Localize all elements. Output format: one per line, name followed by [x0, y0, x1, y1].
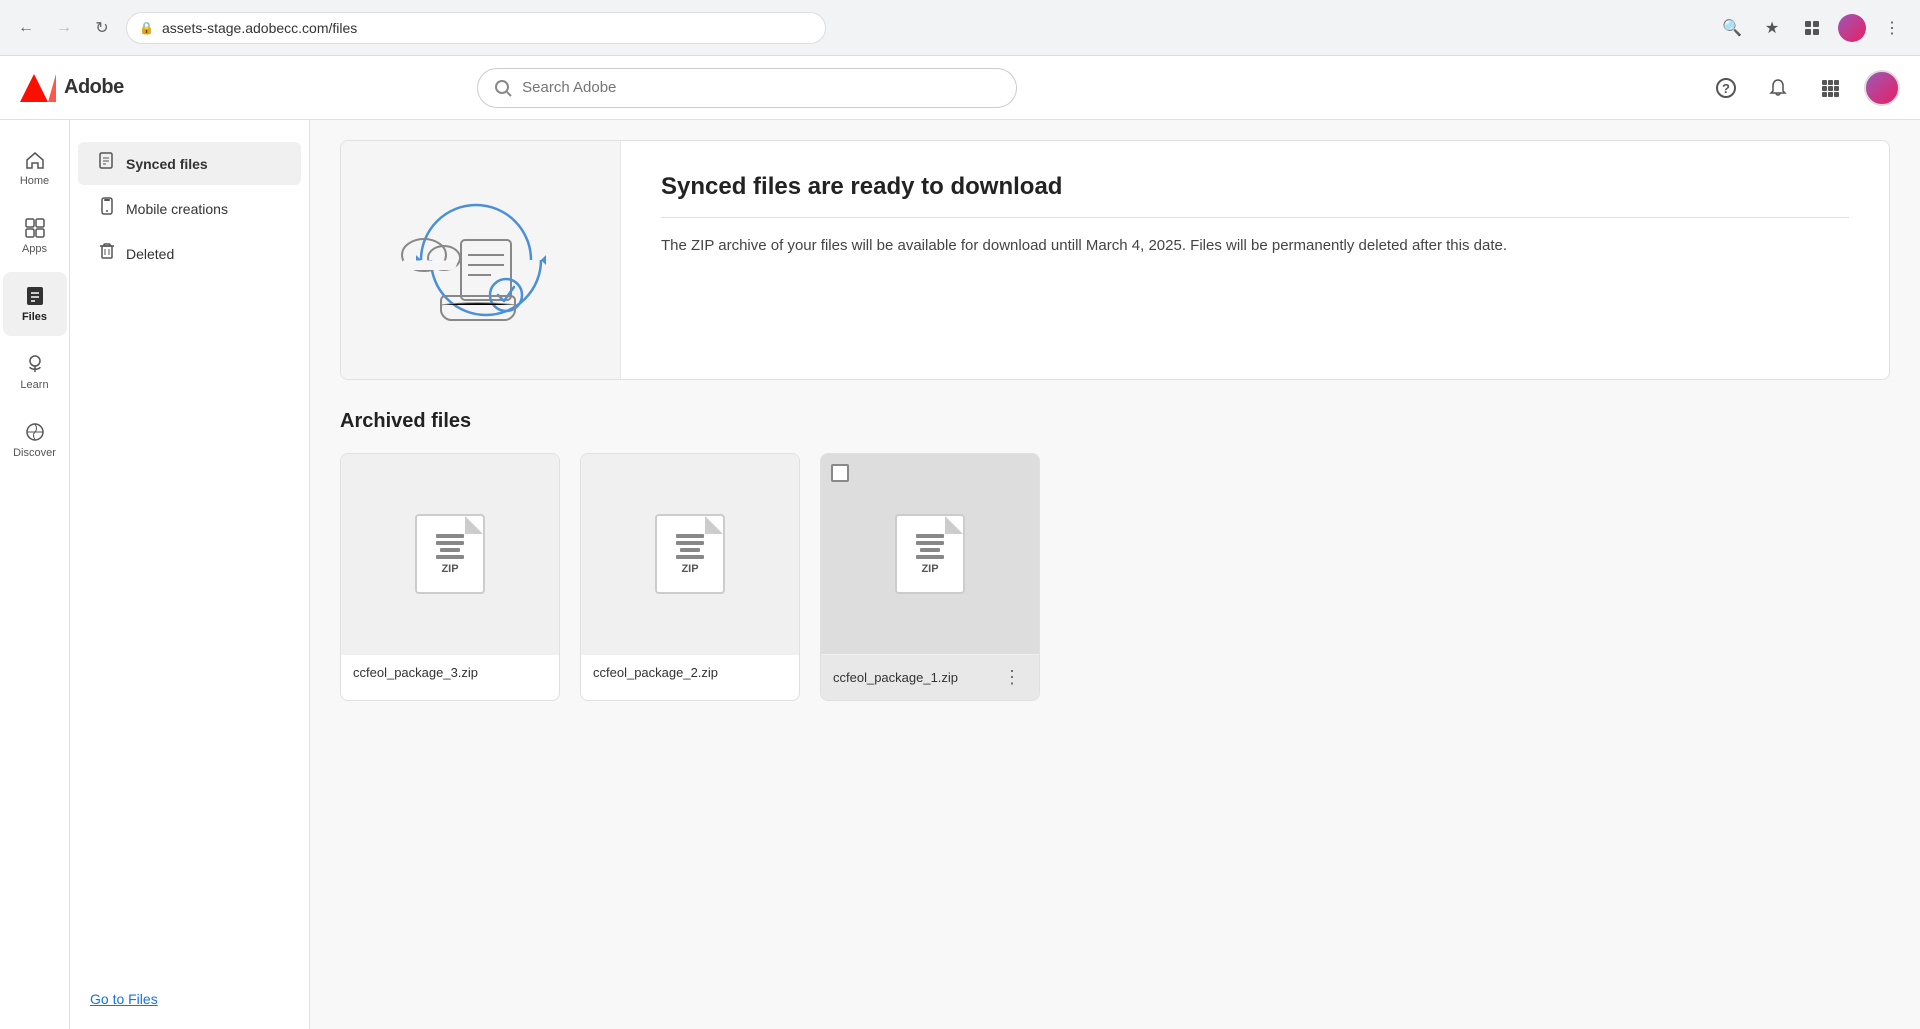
sidebar-item-apps[interactable]: Apps [3, 204, 67, 268]
url-text: assets-stage.adobecc.com/files [162, 20, 357, 36]
sync-illustration-svg [391, 170, 571, 350]
learn-label: Learn [20, 379, 48, 391]
file-footer-3: ccfeol_package_1.zip ⋮ [821, 654, 1039, 700]
sidebar-synced-files[interactable]: Synced files [78, 142, 301, 185]
sidebar-deleted[interactable]: Deleted [78, 232, 301, 275]
archived-section: Archived files ZIP [340, 410, 1890, 701]
files-icon [24, 285, 46, 307]
synced-files-label: Synced files [126, 156, 208, 172]
file-name-1: ccfeol_package_3.zip [353, 665, 478, 680]
browser-chrome: ← → ↻ 🔒 assets-stage.adobecc.com/files 🔍… [0, 0, 1920, 56]
svg-text:?: ? [1722, 81, 1730, 96]
go-to-files-container: Go to Files [90, 991, 158, 1009]
file-more-button-3[interactable]: ⋮ [997, 665, 1027, 690]
banner-illustration [341, 141, 621, 379]
header-right-icons: ? [1708, 70, 1900, 106]
reload-button[interactable]: ↻ [88, 14, 116, 42]
main-content: Synced files are ready to download The Z… [310, 120, 1920, 1029]
main-layout: Home Apps Files [0, 120, 1920, 1029]
home-icon [24, 149, 46, 171]
forward-button[interactable]: → [50, 14, 78, 42]
menu-button[interactable]: ⋮ [1876, 12, 1908, 44]
search-bar[interactable] [477, 68, 1017, 108]
banner-title: Synced files are ready to download [661, 173, 1849, 201]
zip-icon-3: ZIP [895, 514, 965, 594]
apps-waffle-button[interactable] [1812, 70, 1848, 106]
sidebar-mobile-creations[interactable]: Mobile creations [78, 187, 301, 230]
file-thumb-1: ZIP [341, 454, 559, 654]
help-icon: ? [1715, 77, 1737, 99]
file-name-3: ccfeol_package_1.zip [833, 670, 958, 685]
archived-file-card-3[interactable]: ZIP ccfeol_package_1.zip ⋮ [820, 453, 1040, 701]
zip-icon-2: ZIP [655, 514, 725, 594]
notifications-button[interactable] [1760, 70, 1796, 106]
adobe-logo[interactable]: Adobe [20, 74, 124, 102]
apps-label: Apps [22, 243, 47, 255]
file-footer-2: ccfeol_package_2.zip [581, 654, 799, 690]
sidebar-item-files[interactable]: Files [3, 272, 67, 336]
discover-label: Discover [13, 447, 56, 459]
left-sidebar: Home Apps Files [0, 120, 70, 1029]
mobile-icon [98, 197, 116, 220]
banner-description: The ZIP archive of your files will be av… [661, 234, 1849, 258]
browser-right-icons: 🔍 ★ ⋮ [1716, 12, 1908, 44]
trash-icon [98, 242, 116, 265]
archived-section-title: Archived files [340, 410, 1890, 433]
file-checkbox-3[interactable] [831, 464, 849, 482]
back-button[interactable]: ← [12, 14, 40, 42]
sync-banner: Synced files are ready to download The Z… [340, 140, 1890, 380]
archived-file-card-1[interactable]: ZIP ccfeol_package_3.zip [340, 453, 560, 701]
bell-icon [1767, 77, 1789, 99]
archived-files-grid: ZIP ccfeol_package_3.zip [340, 453, 1890, 701]
waffle-icon [1819, 77, 1841, 99]
profile-browser-button[interactable] [1836, 12, 1868, 44]
go-to-files-link[interactable]: Go to Files [90, 991, 158, 1007]
user-avatar[interactable] [1864, 70, 1900, 106]
zoom-button[interactable]: 🔍 [1716, 12, 1748, 44]
search-input[interactable] [522, 79, 1000, 96]
adobe-logo-text: Adobe [64, 76, 124, 99]
help-button[interactable]: ? [1708, 70, 1744, 106]
learn-icon [24, 353, 46, 375]
deleted-label: Deleted [126, 246, 174, 262]
file-footer-1: ccfeol_package_3.zip [341, 654, 559, 690]
adobe-header: Adobe ? [0, 56, 1920, 120]
search-icon [494, 79, 512, 97]
content-sidebar: Synced files Mobile creations [70, 120, 310, 1029]
home-label: Home [20, 175, 49, 187]
doc-icon [98, 152, 116, 175]
extension-icon[interactable] [1796, 12, 1828, 44]
file-thumb-3: ZIP [821, 454, 1039, 654]
adobe-logo-icon [20, 74, 56, 102]
zip-icon-1: ZIP [415, 514, 485, 594]
mobile-creations-label: Mobile creations [126, 201, 228, 217]
lock-icon: 🔒 [139, 21, 154, 35]
banner-divider [661, 217, 1849, 218]
archived-file-card-2[interactable]: ZIP ccfeol_package_2.zip [580, 453, 800, 701]
sidebar-item-learn[interactable]: Learn [3, 340, 67, 404]
file-thumb-2: ZIP [581, 454, 799, 654]
bookmark-button[interactable]: ★ [1756, 12, 1788, 44]
sidebar-item-discover[interactable]: Discover [3, 408, 67, 472]
address-bar[interactable]: 🔒 assets-stage.adobecc.com/files [126, 12, 826, 44]
file-name-2: ccfeol_package_2.zip [593, 665, 718, 680]
apps-icon [24, 217, 46, 239]
files-label: Files [22, 311, 47, 323]
sidebar-item-home[interactable]: Home [3, 136, 67, 200]
banner-content: Synced files are ready to download The Z… [621, 141, 1889, 379]
discover-icon [24, 421, 46, 443]
